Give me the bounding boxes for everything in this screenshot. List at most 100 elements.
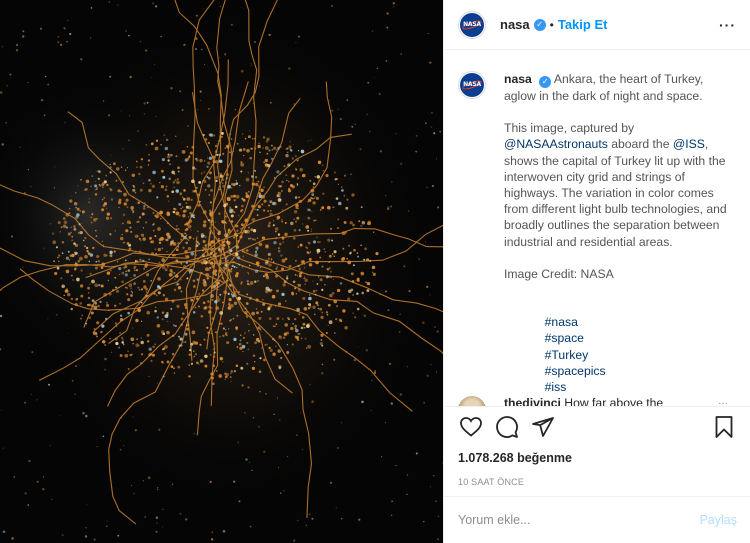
town-light: [213, 134, 216, 137]
bookmark-icon[interactable]: [711, 414, 737, 440]
city-light: [209, 201, 212, 204]
town-light: [294, 259, 297, 262]
hashtag-link[interactable]: #nasa: [545, 315, 578, 329]
city-light: [212, 364, 215, 368]
town-light: [88, 201, 91, 204]
hashtag-link[interactable]: #space: [545, 331, 584, 345]
avatar[interactable]: [458, 396, 486, 406]
town-light: [353, 358, 357, 362]
comments-list[interactable]: NASA nasa ✓ Ankara, the heart of Turkey,…: [444, 71, 750, 406]
city-light: [299, 167, 304, 172]
post-timestamp[interactable]: 10 SAAT ÖNCE: [458, 477, 737, 487]
like-count[interactable]: 1.078.268 beğenme: [458, 451, 737, 465]
city-light: [274, 304, 277, 307]
city-light: [253, 334, 255, 336]
comment-more-icon[interactable]: ···: [718, 398, 728, 406]
city-light: [177, 166, 180, 170]
city-light: [135, 160, 138, 163]
add-comment-bar: Paylaş: [444, 496, 750, 543]
follow-button[interactable]: Takip Et: [558, 17, 608, 32]
city-light: [79, 256, 83, 261]
town-light: [358, 518, 361, 521]
city-light: [164, 188, 168, 192]
city-light: [308, 257, 312, 261]
town-light: [118, 286, 120, 289]
city-light: [325, 331, 328, 334]
city-light: [136, 338, 139, 341]
hashtag-link[interactable]: #spacepics: [545, 364, 606, 378]
city-light: [299, 333, 301, 335]
city-light: [196, 297, 199, 301]
town-light: [104, 368, 107, 371]
avatar[interactable]: NASA: [458, 10, 486, 39]
city-light: [244, 137, 247, 140]
city-light: [271, 201, 276, 206]
comment-icon[interactable]: [494, 414, 520, 440]
city-light: [162, 258, 164, 260]
town-light: [195, 48, 197, 51]
town-light: [268, 371, 270, 373]
comment-username[interactable]: thedivinci: [504, 396, 561, 406]
caption-username[interactable]: nasa: [504, 72, 532, 86]
image-credit: Image Credit: NASA: [504, 266, 614, 281]
city-light: [243, 154, 245, 157]
city-light: [120, 336, 124, 340]
town-light: [241, 384, 244, 387]
city-light: [106, 303, 110, 308]
city-light: [341, 186, 343, 188]
town-light: [269, 101, 272, 104]
post-photo[interactable]: [0, 0, 443, 543]
mention-link[interactable]: @NASAAstronauts: [504, 137, 608, 151]
city-light: [93, 218, 97, 222]
avatar[interactable]: NASA: [458, 71, 486, 99]
mention-link[interactable]: @ISS: [673, 137, 705, 151]
comment-input[interactable]: [458, 513, 700, 527]
town-light: [74, 262, 77, 265]
city-light: [182, 197, 186, 201]
send-icon[interactable]: [530, 414, 556, 440]
city-light: [65, 269, 70, 274]
city-light: [219, 174, 223, 178]
city-light: [166, 212, 171, 217]
city-light: [102, 199, 104, 201]
town-light: [433, 132, 436, 135]
town-light: [433, 325, 436, 328]
city-light: [149, 236, 152, 240]
hashtag-link[interactable]: #Turkey: [545, 348, 589, 362]
city-light: [184, 306, 188, 309]
town-light: [298, 229, 301, 232]
city-light: [300, 260, 305, 264]
heart-icon[interactable]: [458, 414, 484, 440]
city-light: [192, 279, 196, 283]
town-light: [70, 297, 74, 301]
city-light: [295, 167, 297, 170]
city-light: [334, 332, 336, 334]
city-light: [192, 166, 196, 170]
city-light: [268, 204, 271, 207]
city-light: [302, 223, 304, 225]
city-light: [230, 268, 233, 270]
town-light: [43, 114, 46, 117]
ankara-night-image: [0, 0, 443, 543]
city-light: [96, 254, 100, 259]
post-comment-button[interactable]: Paylaş: [699, 513, 737, 527]
town-light: [361, 400, 364, 404]
city-light: [177, 365, 181, 369]
city-light: [125, 270, 127, 273]
town-light: [206, 157, 209, 159]
town-light: [369, 130, 371, 132]
city-light: [163, 259, 166, 261]
city-light: [56, 266, 60, 270]
city-light: [337, 218, 340, 221]
city-light: [134, 191, 137, 194]
city-light: [229, 318, 232, 321]
city-light: [210, 248, 214, 252]
more-options-icon[interactable]: ···: [719, 17, 736, 33]
city-light: [258, 194, 263, 199]
hashtag-link[interactable]: #iss: [545, 380, 567, 394]
city-light: [136, 166, 138, 168]
city-light: [276, 237, 278, 239]
city-light: [366, 289, 370, 293]
username-link[interactable]: nasa: [500, 17, 530, 32]
town-light: [120, 110, 122, 112]
